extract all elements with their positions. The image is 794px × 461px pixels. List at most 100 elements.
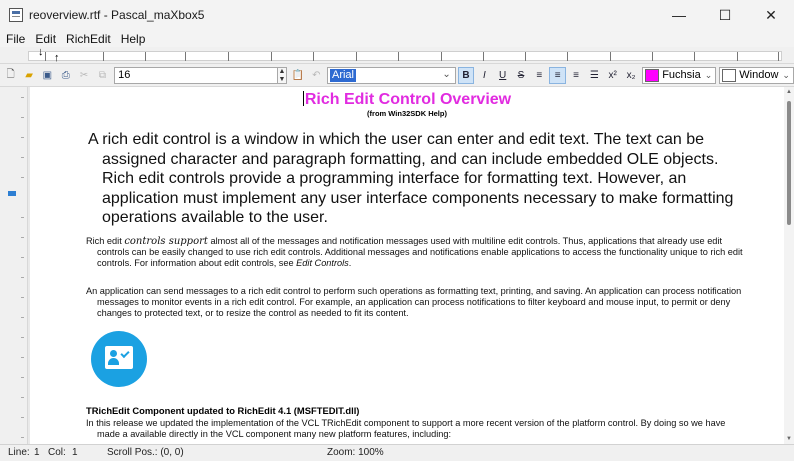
section-heading: TRichEdit Component updated to RichEdit … (86, 405, 360, 416)
menu-help[interactable]: Help (121, 32, 146, 46)
line-value: 1 (34, 447, 40, 458)
menu-file[interactable]: File (6, 32, 25, 46)
scroll-position: Scroll Pos.: (0, 0) (107, 447, 184, 458)
toolbar: 🗋 ▰ ▣ ⎙ ✂ ⧉ 16 ▲ ▼ 📋 ↶ Arial ⌄ B I U S ≡ … (0, 64, 794, 87)
ruler-tick (398, 52, 399, 61)
bold-button[interactable]: B (457, 66, 475, 84)
left-indent-marker-icon[interactable]: ↑ (54, 53, 60, 64)
ruler-tick (21, 177, 24, 178)
ruler-tick (21, 417, 24, 418)
col-value: 1 (72, 447, 78, 458)
menu-richedit[interactable]: RichEdit (66, 32, 111, 46)
align-right-icon[interactable]: ≡ (568, 67, 584, 84)
minimize-button[interactable]: — (656, 0, 702, 30)
underline-button[interactable]: U (495, 67, 511, 84)
logo-person-head (110, 350, 117, 357)
paragraph-text: Rich edit (86, 236, 125, 246)
ruler-tick (652, 52, 653, 61)
paragraph-intro[interactable]: A rich edit control is a window in which… (88, 130, 748, 228)
checkmark-icon (120, 348, 130, 359)
maximize-button[interactable]: ☐ (702, 0, 748, 30)
ruler-tick (103, 52, 104, 61)
back-color-select[interactable]: Window ⌄ (719, 66, 794, 84)
font-size-spinner[interactable]: ▲ ▼ (277, 66, 288, 84)
ruler-tick (21, 157, 24, 158)
ruler-tick (21, 257, 24, 258)
document-subtitle: (from Win32SDK Help) (367, 109, 447, 118)
contact-card-icon (91, 331, 147, 387)
back-color-swatch (722, 68, 737, 82)
vertical-ruler[interactable] (0, 87, 28, 444)
paragraph-messages[interactable]: An application can send messages to a ri… (86, 286, 750, 319)
ruler-tick (525, 52, 526, 61)
paste-icon[interactable]: 📋 (290, 67, 305, 83)
styled-text: controls support (124, 236, 208, 247)
paragraph-edit-controls[interactable]: Rich edit controls support almost all of… (86, 236, 750, 269)
superscript-button[interactable]: x² (605, 67, 621, 84)
ruler-tick (21, 217, 24, 218)
close-button[interactable]: ✕ (748, 0, 794, 30)
vertical-scrollbar[interactable]: ▲ ▼ (784, 87, 794, 444)
copy-icon[interactable]: ⧉ (95, 67, 110, 83)
first-indent-marker-icon[interactable]: ↓ (38, 47, 44, 58)
ruler-tick (483, 52, 484, 61)
ruler-tick (21, 297, 24, 298)
save-icon[interactable]: ▣ (40, 67, 55, 83)
scrollbar-thumb[interactable] (787, 101, 791, 225)
document-title-text: Rich Edit Control Overview (304, 91, 512, 108)
ruler-tick (21, 317, 24, 318)
font-name-select[interactable]: Arial ⌄ (326, 66, 456, 84)
back-color-label: Window (739, 69, 779, 81)
ruler-tick (313, 52, 314, 61)
italic-button[interactable]: I (476, 67, 492, 84)
ruler-tick (21, 397, 24, 398)
ruler-tick (694, 52, 695, 61)
ruler-tick (778, 52, 779, 61)
align-left-icon[interactable]: ≡ (531, 67, 547, 84)
document-title[interactable]: Rich Edit Control Overview (30, 91, 784, 109)
ruler-tick (21, 117, 24, 118)
chevron-down-icon: ⌄ (782, 69, 790, 80)
logo-person-body (108, 358, 119, 365)
font-color-label: Fuchsia (662, 69, 701, 81)
subscript-button[interactable]: x₂ (623, 67, 639, 84)
window-controls: — ☐ ✕ (656, 0, 794, 30)
menu-edit[interactable]: Edit (35, 32, 56, 46)
strikethrough-button[interactable]: S (513, 67, 529, 84)
ruler-tick (271, 52, 272, 61)
paragraph-text: . (348, 258, 352, 268)
ruler-tick (21, 237, 24, 238)
ruler-tick (21, 437, 24, 438)
font-color-select[interactable]: Fuchsia ⌄ (642, 66, 717, 84)
menu-bar: File Edit RichEdit Help (0, 30, 794, 47)
scroll-up-icon[interactable]: ▲ (785, 89, 793, 95)
scroll-down-icon[interactable]: ▼ (785, 436, 793, 442)
document-page[interactable]: Rich Edit Control Overview (from Win32SD… (30, 87, 784, 444)
window-title: reoverview.rtf - Pascal_maXbox5 (29, 8, 205, 22)
paragraph-marker-icon (8, 191, 16, 196)
title-bar: reoverview.rtf - Pascal_maXbox5 — ☐ ✕ (0, 0, 794, 30)
editor-area: Rich Edit Control Overview (from Win32SD… (0, 87, 794, 444)
ruler-tick (21, 357, 24, 358)
app-document-icon (9, 8, 23, 22)
font-color-swatch (645, 68, 660, 82)
line-label: Line: (8, 447, 30, 458)
new-file-icon[interactable]: 🗋 (3, 67, 18, 83)
undo-icon[interactable]: ↶ (309, 67, 324, 83)
ruler-tick (21, 277, 24, 278)
ruler-tick (356, 52, 357, 61)
cut-icon[interactable]: ✂ (76, 67, 91, 83)
ruler-tick (21, 337, 24, 338)
ruler-tick (21, 137, 24, 138)
open-folder-icon[interactable]: ▰ (21, 67, 36, 83)
ruler-tick (228, 52, 229, 61)
print-icon[interactable]: ⎙ (58, 67, 73, 83)
logo-card (105, 346, 133, 369)
font-size-input[interactable]: 16 (114, 66, 278, 84)
edit-controls-link[interactable]: Edit Controls (296, 258, 349, 268)
align-center-icon[interactable]: ≡ (549, 66, 566, 84)
ruler-tick (45, 52, 46, 61)
paragraph-release[interactable]: In this release we updated the implement… (86, 418, 750, 440)
bullet-list-icon[interactable]: ☰ (586, 67, 602, 84)
horizontal-ruler[interactable]: ↓ ↑ (0, 47, 794, 64)
